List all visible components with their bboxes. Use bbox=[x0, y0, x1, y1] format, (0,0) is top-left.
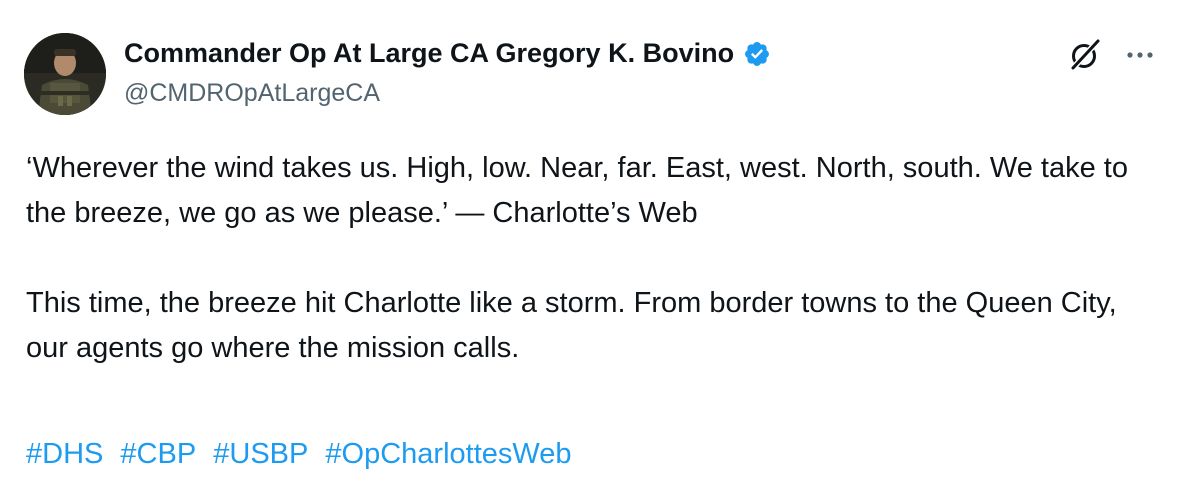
tweet-card: Commander Op At Large CA Gregory K. Bovi… bbox=[0, 0, 1190, 494]
author-handle[interactable]: @CMDROpAtLargeCA bbox=[124, 79, 380, 108]
more-options-icon[interactable] bbox=[1120, 40, 1160, 70]
hashtag-link[interactable]: #OpCharlottesWeb bbox=[325, 438, 571, 470]
grok-icon[interactable] bbox=[1068, 38, 1102, 72]
hashtag-link[interactable]: #CBP bbox=[120, 438, 196, 470]
hashtag-link[interactable]: #USBP bbox=[213, 438, 308, 470]
avatar[interactable] bbox=[24, 33, 106, 115]
tweet-text: ‘Wherever the wind takes us. High, low. … bbox=[26, 146, 1166, 371]
verified-badge-icon[interactable] bbox=[743, 40, 771, 68]
hashtag-list: #DHS #CBP #USBP #OpCharlottesWeb bbox=[26, 432, 581, 477]
tweet-paragraph: This time, the breeze hit Charlotte like… bbox=[26, 287, 1117, 364]
author-name-row[interactable]: Commander Op At Large CA Gregory K. Bovi… bbox=[124, 38, 771, 69]
avatar-image bbox=[24, 33, 106, 115]
author-display-name[interactable]: Commander Op At Large CA Gregory K. Bovi… bbox=[124, 38, 734, 69]
hashtag-link[interactable]: #DHS bbox=[26, 438, 103, 470]
tweet-paragraph: ‘Wherever the wind takes us. High, low. … bbox=[26, 152, 1128, 229]
